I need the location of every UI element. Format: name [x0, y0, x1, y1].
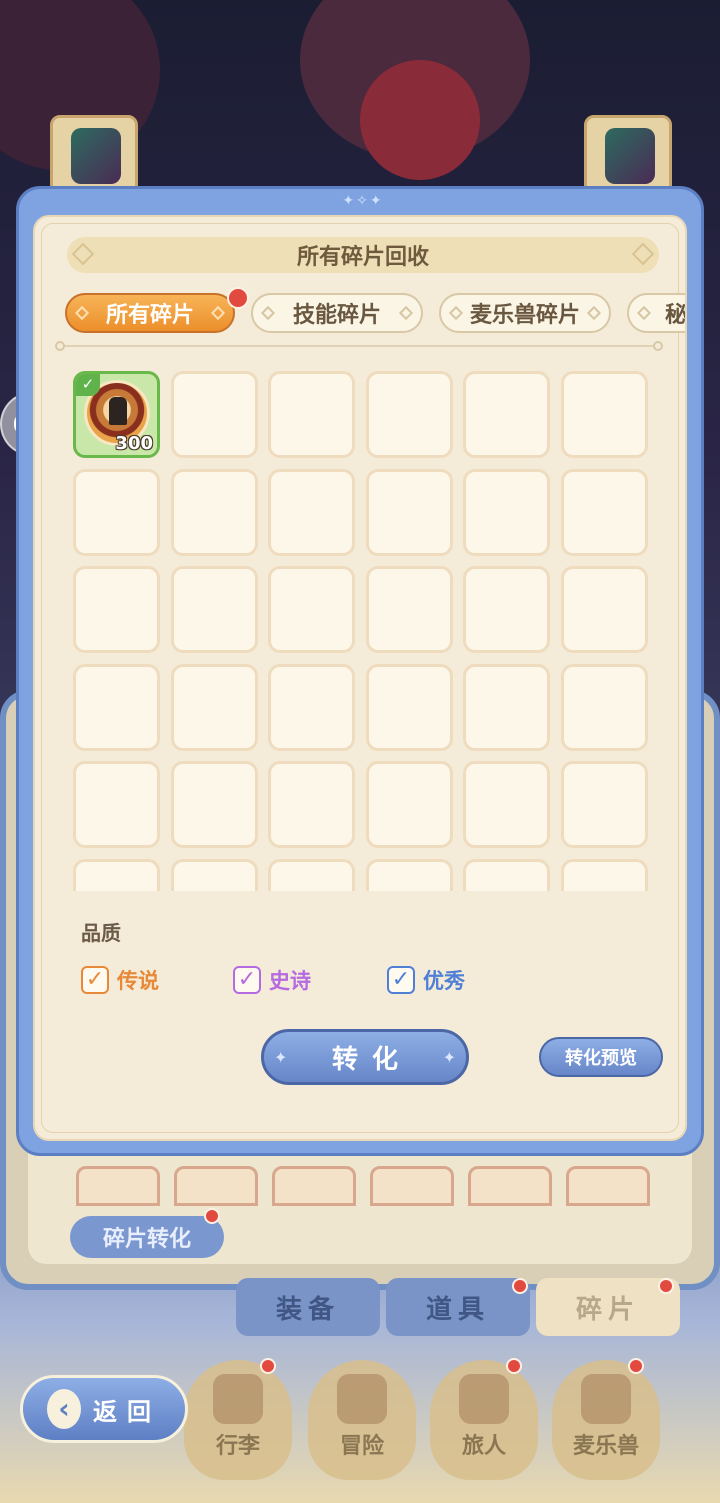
grid-cell[interactable]	[73, 566, 160, 653]
grid-cell[interactable]	[73, 761, 160, 848]
pet-icon	[581, 1374, 631, 1424]
grid-cell[interactable]	[365, 761, 453, 848]
grid-cell[interactable]	[463, 371, 550, 458]
grid-cell[interactable]	[463, 858, 550, 891]
tab-items[interactable]: 道具	[386, 1278, 530, 1336]
tab-label: 麦乐兽碎片	[469, 303, 580, 328]
checkmark-icon: ✓	[76, 374, 100, 396]
grid-cell[interactable]	[560, 663, 648, 751]
background-helmet-card	[584, 115, 672, 190]
checkbox-legendary[interactable]: ✓	[81, 966, 109, 994]
grid-cell[interactable]	[365, 663, 453, 751]
tab-secret-fragments[interactable]: 秘	[627, 293, 685, 333]
bag-category-tabs: 装备 道具 碎片	[236, 1278, 680, 1336]
tab-label: 秘	[665, 303, 685, 328]
fragment-type-tabs: 所有碎片 技能碎片 麦乐兽碎片 秘	[65, 291, 685, 335]
luggage-icon	[213, 1374, 263, 1424]
grid-cell[interactable]	[170, 468, 258, 556]
nav-item-traveler[interactable]: 旅人	[430, 1360, 538, 1480]
quality-option-legendary[interactable]: ✓ 传说	[81, 965, 159, 995]
tab-label: 所有碎片	[105, 303, 194, 328]
nav-item-pet[interactable]: 麦乐兽	[552, 1360, 660, 1480]
quality-option-epic[interactable]: ✓ 史诗	[233, 965, 311, 995]
notification-dot	[506, 1358, 522, 1374]
grid-cell[interactable]	[560, 566, 648, 653]
fragment-recycle-dialog: ✦✧✦ 所有碎片回收 所有碎片 技能碎片 麦乐兽碎片 秘 ✓ 300 品质 ✓ …	[16, 186, 704, 1156]
grid-cell[interactable]	[560, 858, 648, 891]
grid-cell[interactable]	[560, 371, 648, 458]
tab-pet-fragments[interactable]: 麦乐兽碎片	[439, 293, 611, 333]
grid-cell-selected[interactable]: ✓ 300	[73, 371, 160, 458]
item-count: 300	[115, 433, 153, 454]
checkbox-epic[interactable]: ✓	[233, 966, 261, 994]
grid-cell[interactable]	[268, 761, 355, 848]
dialog-title: 所有碎片回收	[296, 245, 429, 270]
quality-option-label: 优秀	[423, 969, 465, 993]
back-label: 返回	[93, 1397, 161, 1426]
grid-cell[interactable]	[170, 858, 258, 891]
grid-cell[interactable]	[73, 858, 160, 891]
grid-cell[interactable]	[560, 761, 648, 848]
grid-cell[interactable]	[170, 566, 258, 653]
grid-cell[interactable]	[268, 663, 355, 751]
convert-label: 转化	[331, 1044, 412, 1075]
grid-cell[interactable]	[463, 468, 550, 556]
notification-dot	[204, 1208, 220, 1224]
preview-label: 转化预览	[565, 1048, 637, 1069]
notification-dot	[512, 1278, 528, 1294]
grid-cell[interactable]	[463, 761, 550, 848]
grid-cell[interactable]	[268, 858, 355, 891]
grid-cell[interactable]	[268, 468, 355, 556]
grid-cell[interactable]	[365, 468, 453, 556]
grid-cell[interactable]	[268, 371, 355, 458]
quality-option-label: 史诗	[269, 969, 311, 993]
traveler-icon	[459, 1374, 509, 1424]
quality-label: 品质	[81, 921, 121, 945]
notification-dot	[260, 1358, 276, 1374]
grid-cell[interactable]	[365, 858, 453, 891]
tab-equipment[interactable]: 装备	[236, 1278, 380, 1336]
quality-option-label: 传说	[117, 969, 159, 993]
notification-dot	[227, 287, 249, 309]
grid-cell[interactable]	[268, 566, 355, 653]
nav-item-label: 麦乐兽	[572, 1434, 639, 1459]
grid-cell[interactable]	[170, 761, 258, 848]
background-weapon-card	[50, 115, 138, 190]
grid-cell[interactable]	[463, 663, 550, 751]
tab-all-fragments[interactable]: 所有碎片	[65, 293, 235, 333]
nav-item-adventure[interactable]: 冒险	[308, 1360, 416, 1480]
grid-cell[interactable]	[73, 663, 160, 751]
notification-dot	[658, 1278, 674, 1294]
grid-cell[interactable]	[365, 371, 453, 458]
fragment-convert-button[interactable]: 碎片转化	[70, 1216, 224, 1258]
crossed-swords-icon	[337, 1374, 387, 1424]
grid-cell[interactable]	[365, 566, 453, 653]
nav-item-label: 旅人	[461, 1434, 506, 1459]
grid-cell[interactable]	[170, 663, 258, 751]
fragment-grid: ✓ 300	[73, 371, 653, 891]
grid-cell[interactable]	[560, 468, 648, 556]
checkbox-excellent[interactable]: ✓	[387, 966, 415, 994]
back-button[interactable]: ‹ 返回	[20, 1375, 188, 1443]
notification-dot	[628, 1358, 644, 1374]
grid-cell[interactable]	[170, 371, 258, 458]
grid-cell[interactable]	[463, 566, 550, 653]
nav-item-label: 行李	[215, 1434, 260, 1459]
back-arrow-icon: ‹	[47, 1389, 81, 1429]
nav-item-label: 冒险	[339, 1434, 384, 1459]
divider	[55, 341, 663, 351]
dialog-title-bar: 所有碎片回收	[67, 237, 659, 273]
ornament-icon: ✦✧✦	[342, 193, 384, 209]
quality-option-excellent[interactable]: ✓ 优秀	[387, 965, 465, 995]
grid-cell[interactable]	[73, 468, 160, 556]
nav-item-luggage[interactable]: 行李	[184, 1360, 292, 1480]
background-art	[0, 0, 720, 190]
convert-preview-button[interactable]: 转化预览	[539, 1037, 663, 1077]
convert-button[interactable]: ✦ 转化 ✦	[261, 1029, 469, 1085]
tab-skill-fragments[interactable]: 技能碎片	[251, 293, 423, 333]
tab-label: 技能碎片	[292, 303, 381, 328]
